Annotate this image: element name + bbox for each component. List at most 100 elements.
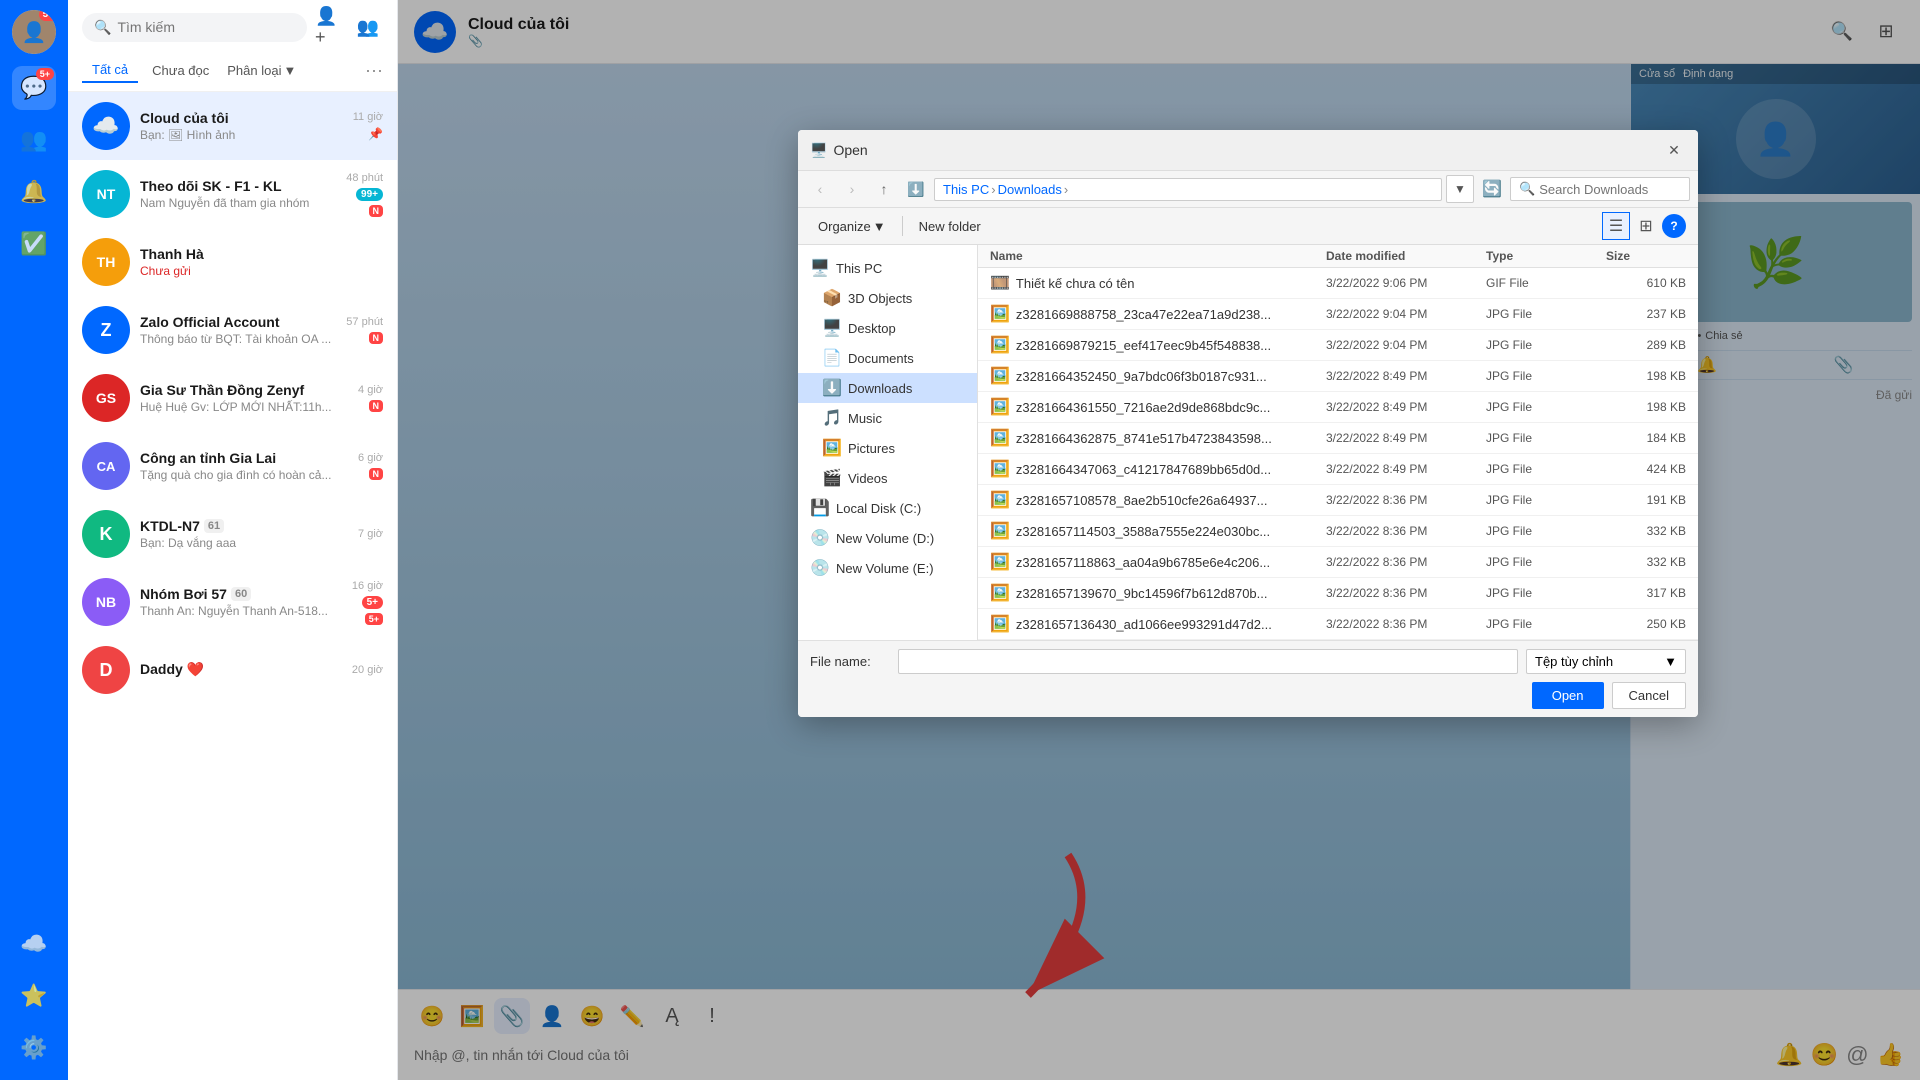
chat-item[interactable]: GS Gia Sư Thần Đồng Zenyf Huệ Huệ Gv: LỚ… [68, 364, 397, 432]
sidebar-item-this-pc[interactable]: 🖥️ This PC [798, 253, 977, 283]
table-row[interactable]: 🖼️ z3281664362875_8741e517b4723843598...… [978, 423, 1698, 454]
chat-item[interactable]: NT Theo dõi SK - F1 - KL Nam Nguyễn đã t… [68, 160, 397, 228]
organize-button[interactable]: Organize ▼ [810, 215, 894, 238]
open-button[interactable]: Open [1532, 682, 1604, 709]
new-folder-button[interactable]: New folder [911, 215, 989, 238]
back-button[interactable]: ‹ [806, 175, 834, 203]
breadcrumb-dropdown[interactable]: ▼ [1446, 175, 1474, 203]
file-type-text: JPG File [1486, 307, 1606, 321]
up-button[interactable]: ↑ [870, 175, 898, 203]
table-row[interactable]: 🖼️ z3281669888758_23ca47e22ea71a9d238...… [978, 299, 1698, 330]
search-downloads-input[interactable] [1539, 182, 1681, 197]
sidebar-item-contacts[interactable]: 👥 [12, 118, 56, 162]
breadcrumb-this-pc[interactable]: This PC [943, 182, 989, 197]
search-downloads-box[interactable]: 🔍 [1510, 177, 1690, 201]
sidebar-item-3d-objects[interactable]: 📦 3D Objects [798, 283, 977, 313]
cancel-button[interactable]: Cancel [1612, 682, 1686, 709]
chat-avatar: D [82, 646, 130, 694]
type-column-header[interactable]: Type [1486, 249, 1606, 263]
table-row[interactable]: 🖼️ z3281664352450_9a7bdc06f3b0187c931...… [978, 361, 1698, 392]
dialog-sidebar: 🖥️ This PC 📦 3D Objects 🖥️ Desktop [798, 245, 978, 640]
chat-item[interactable]: CA Công an tỉnh Gia Lai Tặng quà cho gia… [68, 432, 397, 500]
chat-item[interactable]: K KTDL-N7 61 Bạn: Dạ vắng aaa 7 giờ [68, 500, 397, 568]
contacts-icon: 👥 [20, 127, 47, 153]
help-button[interactable]: ? [1662, 214, 1686, 238]
chat-name: Thanh Hà [140, 246, 373, 262]
name-column-header[interactable]: Name [990, 249, 1326, 263]
date-column-header[interactable]: Date modified [1326, 249, 1486, 263]
search-input[interactable] [117, 19, 295, 35]
avatar[interactable]: 👤 5+ [12, 10, 56, 54]
chat-item[interactable]: ☁️ Cloud của tôi Bạn: 🖼 Hình ảnh 11 giờ … [68, 92, 397, 160]
details-view-button[interactable]: ⊞ [1632, 212, 1660, 240]
forward-button[interactable]: › [838, 175, 866, 203]
file-dialog-overlay: 🖥️ Open ✕ ‹ › ↑ ⬇️ This PC › Downloads [398, 0, 1920, 1080]
chat-info: Theo dõi SK - F1 - KL Nam Nguyễn đã tham… [140, 178, 336, 210]
chat-avatar: GS [82, 374, 130, 422]
open-dialog-icon: 🖥️ [810, 142, 827, 159]
breadcrumb-downloads[interactable]: Downloads [998, 182, 1062, 197]
list-view-button[interactable]: ☰ [1602, 212, 1630, 240]
sidebar-item-pictures[interactable]: 🖼️ Pictures [798, 433, 977, 463]
chat-item[interactable]: D Daddy ❤️ 20 giờ [68, 636, 397, 704]
notification-badge: 5+ [39, 10, 56, 21]
filetype-dropdown[interactable]: Tệp tùy chỉnh ▼ [1526, 649, 1686, 674]
search-box[interactable]: 🔍 [82, 13, 307, 42]
table-row[interactable]: 🎞️ Thiết kế chưa có tên 3/22/2022 9:06 P… [978, 268, 1698, 299]
chat-item[interactable]: TH Thanh Hà Chưa gửi [68, 228, 397, 296]
table-row[interactable]: 🖼️ z3281664361550_7216ae2d9de868bdc9c...… [978, 392, 1698, 423]
sidebar-item-cloud[interactable]: ☁️ [12, 922, 56, 966]
chat-item[interactable]: NB Nhóm Bơi 57 60 Thanh An: Nguyễn Thanh… [68, 568, 397, 636]
table-row[interactable]: 🖼️ z3281657139670_9bc14596f7b612d870b...… [978, 578, 1698, 609]
filename-input[interactable] [898, 649, 1518, 674]
breadcrumb[interactable]: This PC › Downloads › [934, 178, 1442, 201]
refresh-button[interactable]: 🔄 [1478, 175, 1506, 203]
file-date: 3/22/2022 9:06 PM [1326, 276, 1486, 290]
sidebar-item-videos[interactable]: 🎬 Videos [798, 463, 977, 493]
dialog-close-button[interactable]: ✕ [1662, 138, 1686, 162]
file-type-icon: 🖼️ [990, 583, 1010, 603]
classify-button[interactable]: Phân loại ▼ [227, 63, 296, 78]
chat-name: KTDL-N7 61 [140, 518, 348, 534]
table-row[interactable]: 🖼️ z3281669879215_eef417eec9b45f548838..… [978, 330, 1698, 361]
filter-unread-button[interactable]: Chưa đọc [142, 59, 219, 82]
chat-items: ☁️ Cloud của tôi Bạn: 🖼 Hình ảnh 11 giờ … [68, 92, 397, 1080]
sidebar-item-documents[interactable]: 📄 Documents [798, 343, 977, 373]
sidebar-item-music[interactable]: 🎵 Music [798, 403, 977, 433]
file-list-header: Name Date modified Type Size [978, 245, 1698, 268]
filter-bar: Tất cả Chưa đọc Phân loại ▼ ··· [68, 54, 397, 92]
create-group-button[interactable]: 👥 [353, 12, 383, 42]
sidebar-item-favorites[interactable]: ⭐ [12, 974, 56, 1018]
sidebar-item-notifications[interactable]: 🔔 [12, 170, 56, 214]
file-type-text: JPG File [1486, 431, 1606, 445]
add-friend-button[interactable]: 👤+ [315, 12, 345, 42]
sidebar-item-tasks[interactable]: ✅ [12, 222, 56, 266]
table-row[interactable]: 🖼️ z3281664347063_c41217847689bb65d0d...… [978, 454, 1698, 485]
file-name-text: Thiết kế chưa có tên [1016, 276, 1135, 291]
dialog-body: 🖥️ This PC 📦 3D Objects 🖥️ Desktop [798, 245, 1698, 640]
chat-avatar: NB [82, 578, 130, 626]
filter-all-button[interactable]: Tất cả [82, 58, 138, 83]
cloud-icon: ☁️ [20, 931, 47, 957]
file-name-text: z3281664362875_8741e517b4723843598... [1016, 431, 1272, 446]
table-row[interactable]: 🖼️ z3281657114503_3588a7555e224e030bc...… [978, 516, 1698, 547]
table-row[interactable]: 🖼️ z3281657118863_aa04a9b6785e6e4c206...… [978, 547, 1698, 578]
sidebar-item-downloads[interactable]: ⬇️ Downloads [798, 373, 977, 403]
chat-item[interactable]: Z Zalo Official Account Thông báo từ BQT… [68, 296, 397, 364]
view-controls: ☰ ⊞ ? [1602, 212, 1686, 240]
size-column-header[interactable]: Size [1606, 249, 1686, 263]
sidebar-item-new-volume-d[interactable]: 💿 New Volume (D:) [798, 523, 977, 553]
table-row[interactable]: 🖼️ z3281657108578_8ae2b510cfe26a64937...… [978, 485, 1698, 516]
sidebar-item-new-volume-e[interactable]: 💿 New Volume (E:) [798, 553, 977, 583]
sidebar-item-chat[interactable]: 💬 5+ [12, 66, 56, 110]
bell-icon: 🔔 [20, 179, 47, 205]
table-row[interactable]: 🖼️ z3281657136430_ad1066ee993291d47d2...… [978, 609, 1698, 640]
chevron-down-icon: ▼ [1664, 654, 1677, 669]
file-date: 3/22/2022 8:36 PM [1326, 524, 1486, 538]
more-button[interactable]: ··· [365, 60, 383, 81]
path-icon: ⬇️ [902, 175, 930, 203]
sidebar-item-desktop[interactable]: 🖥️ Desktop [798, 313, 977, 343]
sidebar-item-local-disk-c[interactable]: 💾 Local Disk (C:) [798, 493, 977, 523]
sidebar-item-settings[interactable]: ⚙️ [12, 1026, 56, 1070]
chat-meta: 7 giờ [358, 528, 383, 540]
